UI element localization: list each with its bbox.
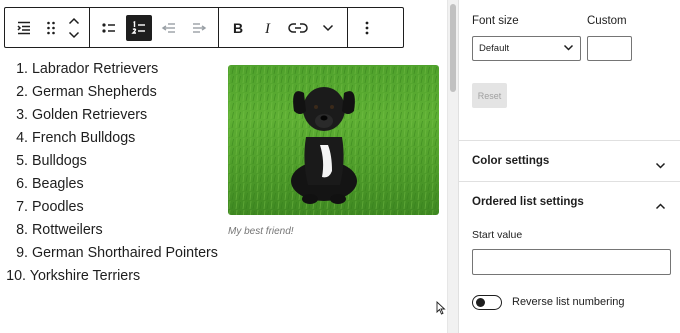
list-number: 4. [16, 130, 28, 146]
list-number: 1. [16, 61, 28, 77]
block-movers [63, 13, 85, 43]
more-rich-text-icon[interactable] [313, 13, 343, 43]
list-text[interactable]: Poodles [32, 199, 84, 215]
scrollbar-thumb[interactable] [450, 4, 456, 92]
svg-text:I: I [264, 21, 271, 36]
list-text[interactable]: French Bulldogs [32, 130, 135, 146]
editor-canvas: B I 1. Labrador Retrievers 2. German She… [0, 0, 447, 333]
puppy-photo[interactable] [228, 65, 439, 215]
italic-icon[interactable]: I [253, 13, 283, 43]
list-item[interactable]: 8. Rottweilers [4, 219, 218, 242]
list-text[interactable]: Labrador Retrievers [32, 61, 158, 77]
list-number: 3. [16, 107, 28, 123]
image-caption[interactable]: My best friend! [228, 226, 439, 237]
list-text[interactable]: Golden Retrievers [32, 107, 147, 123]
toolbar-group-list [89, 8, 218, 47]
chevron-down-icon[interactable] [655, 157, 666, 175]
ordered-list-settings-toggle[interactable]: Ordered list settings [472, 196, 584, 208]
ordered-list-icon[interactable] [126, 14, 152, 41]
list-item[interactable]: 3. Golden Retrievers [4, 104, 218, 127]
list-text[interactable]: Bulldogs [32, 153, 87, 169]
list-text[interactable]: Yorkshire Terriers [30, 268, 140, 284]
list-number: 7. [16, 199, 28, 215]
chevron-up-icon[interactable] [655, 197, 666, 215]
reverse-numbering-toggle[interactable] [472, 295, 502, 310]
move-down-icon[interactable] [63, 28, 85, 42]
unordered-list-icon[interactable] [94, 13, 124, 43]
list-text[interactable]: German Shepherds [32, 84, 157, 100]
list-item[interactable]: 1. Labrador Retrievers [4, 58, 218, 81]
font-size-select[interactable]: Default [472, 36, 581, 61]
list-number: 10. [6, 268, 26, 284]
list-item[interactable]: 10. Yorkshire Terriers [4, 265, 218, 288]
bold-icon[interactable]: B [223, 13, 253, 43]
list-text[interactable]: Rottweilers [32, 222, 103, 238]
list-number: 2. [16, 84, 28, 100]
custom-size-input[interactable] [587, 36, 632, 61]
outdent-icon[interactable] [154, 13, 184, 43]
list-number: 5. [16, 153, 28, 169]
reset-button[interactable]: Reset [472, 83, 507, 108]
list-number: 9. [16, 245, 28, 261]
settings-sidebar: Font size Custom Default Reset Color set… [458, 0, 680, 333]
start-value-input[interactable] [472, 249, 671, 275]
options-kebab-icon[interactable] [352, 13, 382, 43]
mouse-cursor-icon [436, 300, 446, 320]
list-item[interactable]: 9. German Shorthaired Pointers [4, 242, 218, 265]
toolbar-group-format: B I [218, 8, 347, 47]
list-item[interactable]: 7. Poodles [4, 196, 218, 219]
list-text[interactable]: German Shorthaired Pointers [32, 245, 218, 261]
move-up-icon[interactable] [63, 14, 85, 28]
list-item[interactable]: 4. French Bulldogs [4, 127, 218, 150]
list-number: 8. [16, 222, 28, 238]
indent-icon[interactable] [184, 13, 214, 43]
font-size-label: Font size [472, 15, 519, 27]
reverse-numbering-label: Reverse list numbering [512, 296, 625, 308]
editor-scrollbar[interactable] [447, 0, 458, 333]
toolbar-group-block [5, 8, 89, 47]
drag-handle-icon[interactable] [39, 13, 63, 43]
font-size-select-value: Default [479, 43, 510, 54]
custom-size-label: Custom [587, 15, 627, 27]
toolbar-group-options [347, 8, 386, 47]
ordered-list[interactable]: 1. Labrador Retrievers 2. German Shepher… [4, 58, 218, 288]
divider [459, 181, 680, 182]
list-item[interactable]: 2. German Shepherds [4, 81, 218, 104]
list-block-icon[interactable] [9, 13, 39, 43]
list-text[interactable]: Beagles [32, 176, 84, 192]
svg-text:B: B [233, 20, 243, 36]
chevron-down-icon [563, 44, 574, 55]
toggle-knob [476, 298, 485, 307]
list-item[interactable]: 5. Bulldogs [4, 150, 218, 173]
start-value-label: Start value [472, 229, 523, 241]
color-settings-toggle[interactable]: Color settings [472, 155, 549, 167]
divider [459, 140, 680, 141]
list-item[interactable]: 6. Beagles [4, 173, 218, 196]
list-number: 6. [16, 176, 28, 192]
image-block[interactable]: My best friend! [228, 65, 439, 237]
link-icon[interactable] [283, 13, 313, 43]
block-toolbar: B I [4, 7, 404, 48]
